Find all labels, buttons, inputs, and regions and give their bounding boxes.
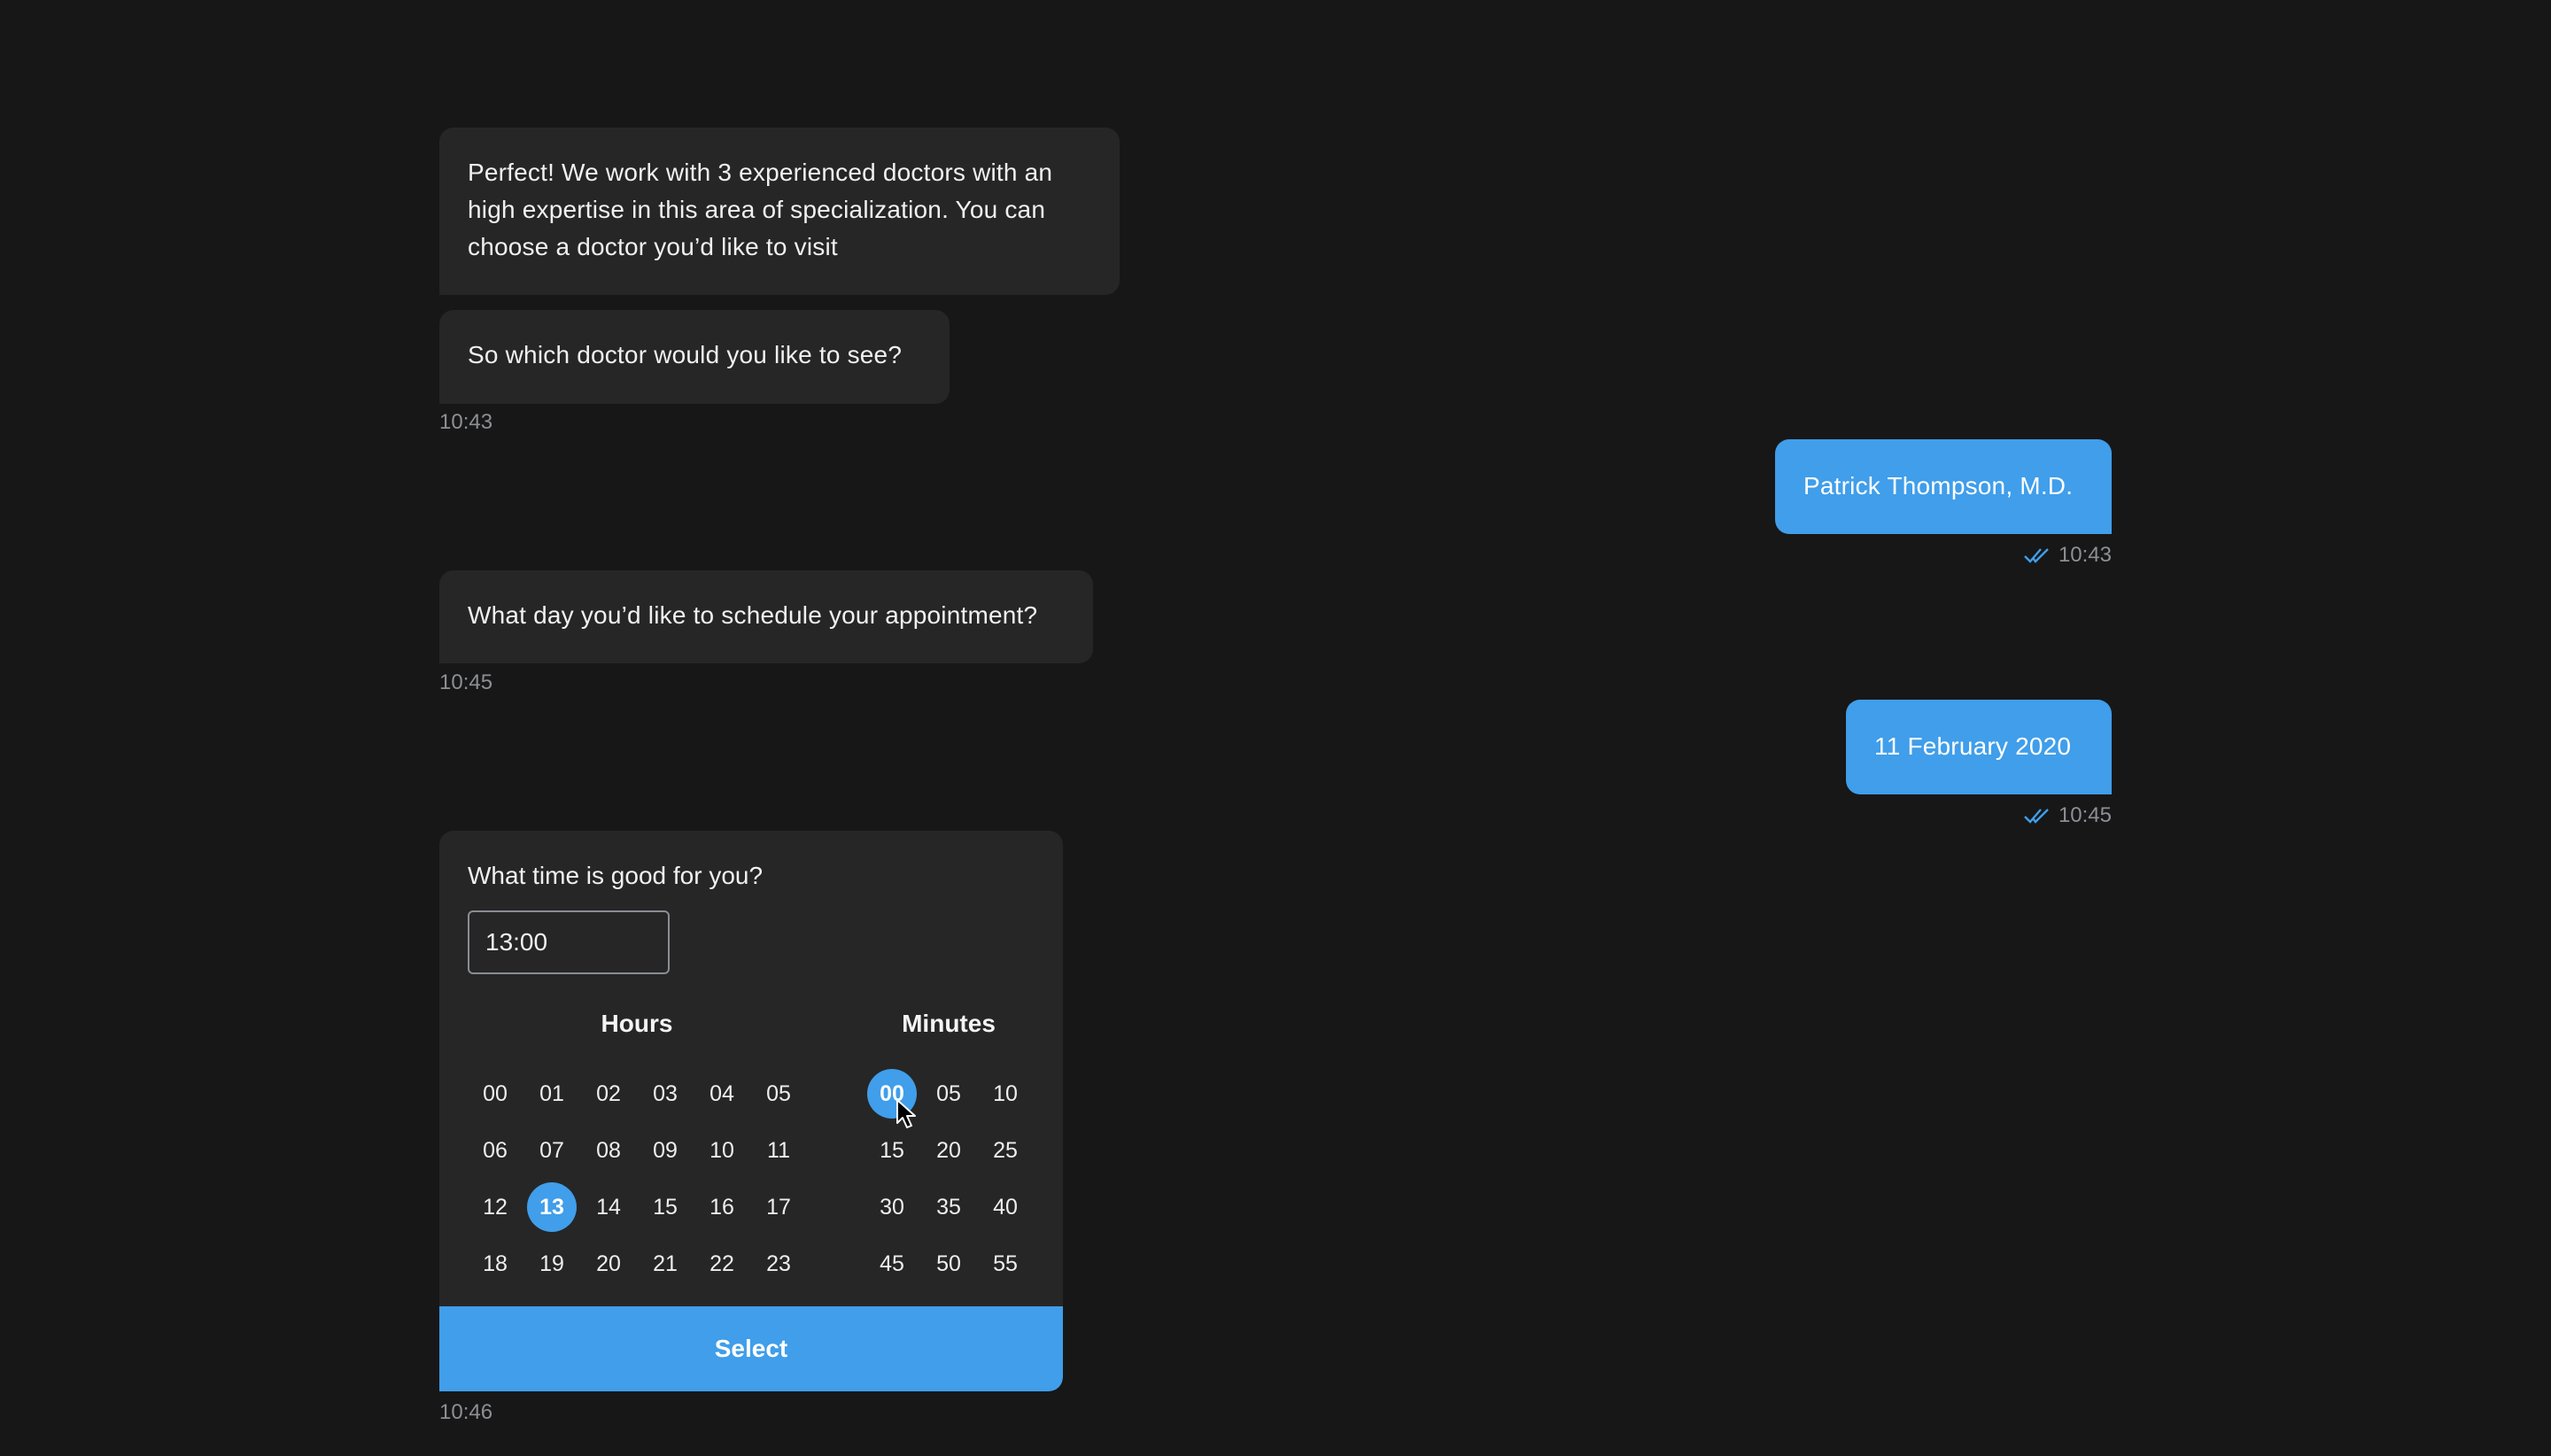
- hour-option[interactable]: 00: [470, 1069, 520, 1119]
- hour-option[interactable]: 12: [470, 1182, 520, 1232]
- message-text: What day you’d like to schedule your app…: [468, 601, 1038, 629]
- message-text: 11 February 2020: [1874, 732, 2072, 760]
- minute-option[interactable]: 15: [867, 1126, 917, 1175]
- hour-option[interactable]: 16: [697, 1182, 747, 1232]
- message-bubble-received: So which doctor would you like to see?: [439, 310, 950, 404]
- hours-heading: Hours: [601, 1010, 673, 1037]
- message-bubble-sent: Patrick Thompson, M.D.: [1775, 439, 2112, 534]
- message-timestamp: 10:43: [2058, 543, 2112, 567]
- hour-option[interactable]: 04: [697, 1069, 747, 1119]
- hour-option[interactable]: 08: [584, 1126, 633, 1175]
- message-bubble-sent: 11 February 2020: [1846, 700, 2112, 794]
- message-text: Perfect! We work with 3 experienced doct…: [468, 159, 1053, 260]
- message-bubble-received: What day you’d like to schedule your app…: [439, 570, 1093, 663]
- hour-option[interactable]: 15: [640, 1182, 690, 1232]
- minute-option[interactable]: 00: [867, 1069, 917, 1119]
- message-status-row: 10:43: [2023, 543, 2112, 568]
- hour-option[interactable]: 03: [640, 1069, 690, 1119]
- hour-option[interactable]: 13: [527, 1182, 577, 1232]
- minute-option[interactable]: 30: [867, 1182, 917, 1232]
- minute-option[interactable]: 45: [867, 1239, 917, 1289]
- minute-option[interactable]: 10: [981, 1069, 1030, 1119]
- hour-option[interactable]: 14: [584, 1182, 633, 1232]
- hour-option[interactable]: 06: [470, 1126, 520, 1175]
- hour-option[interactable]: 05: [754, 1069, 803, 1119]
- hour-option[interactable]: 01: [527, 1069, 577, 1119]
- hour-option[interactable]: 17: [754, 1182, 803, 1232]
- minute-option[interactable]: 25: [981, 1126, 1030, 1175]
- minute-option[interactable]: 50: [924, 1239, 973, 1289]
- minute-option[interactable]: 35: [924, 1182, 973, 1232]
- message-timestamp: 10:45: [2058, 803, 2112, 827]
- time-input[interactable]: [468, 910, 670, 974]
- message-status-row: 10:45: [2023, 803, 2112, 828]
- message-text: So which doctor would you like to see?: [468, 341, 903, 368]
- minute-option[interactable]: 40: [981, 1182, 1030, 1232]
- double-check-icon: [2024, 548, 2049, 563]
- time-picker-question: What time is good for you?: [468, 862, 764, 889]
- message-timestamp: 10:45: [439, 670, 493, 694]
- time-picker-card: What time is good for you? Hours Minutes…: [439, 831, 1063, 1391]
- double-check-icon: [2024, 809, 2049, 824]
- hour-option[interactable]: 09: [640, 1126, 690, 1175]
- hour-option[interactable]: 02: [584, 1069, 633, 1119]
- hour-option[interactable]: 19: [527, 1239, 577, 1289]
- message-timestamp: 10:46: [439, 1400, 493, 1424]
- hour-option[interactable]: 20: [584, 1239, 633, 1289]
- message-text: Patrick Thompson, M.D.: [1803, 472, 2074, 500]
- hour-option[interactable]: 21: [640, 1239, 690, 1289]
- hour-option[interactable]: 22: [697, 1239, 747, 1289]
- hour-option[interactable]: 10: [697, 1126, 747, 1175]
- minute-option[interactable]: 55: [981, 1239, 1030, 1289]
- minutes-heading: Minutes: [902, 1010, 996, 1037]
- minute-option[interactable]: 20: [924, 1126, 973, 1175]
- message-timestamp: 10:43: [439, 410, 493, 434]
- hour-option[interactable]: 18: [470, 1239, 520, 1289]
- hour-option[interactable]: 23: [754, 1239, 803, 1289]
- message-bubble-received: Perfect! We work with 3 experienced doct…: [439, 128, 1120, 295]
- hour-option[interactable]: 11: [754, 1126, 803, 1175]
- minute-option[interactable]: 05: [924, 1069, 973, 1119]
- hour-option[interactable]: 07: [527, 1126, 577, 1175]
- select-button[interactable]: Select: [439, 1306, 1063, 1391]
